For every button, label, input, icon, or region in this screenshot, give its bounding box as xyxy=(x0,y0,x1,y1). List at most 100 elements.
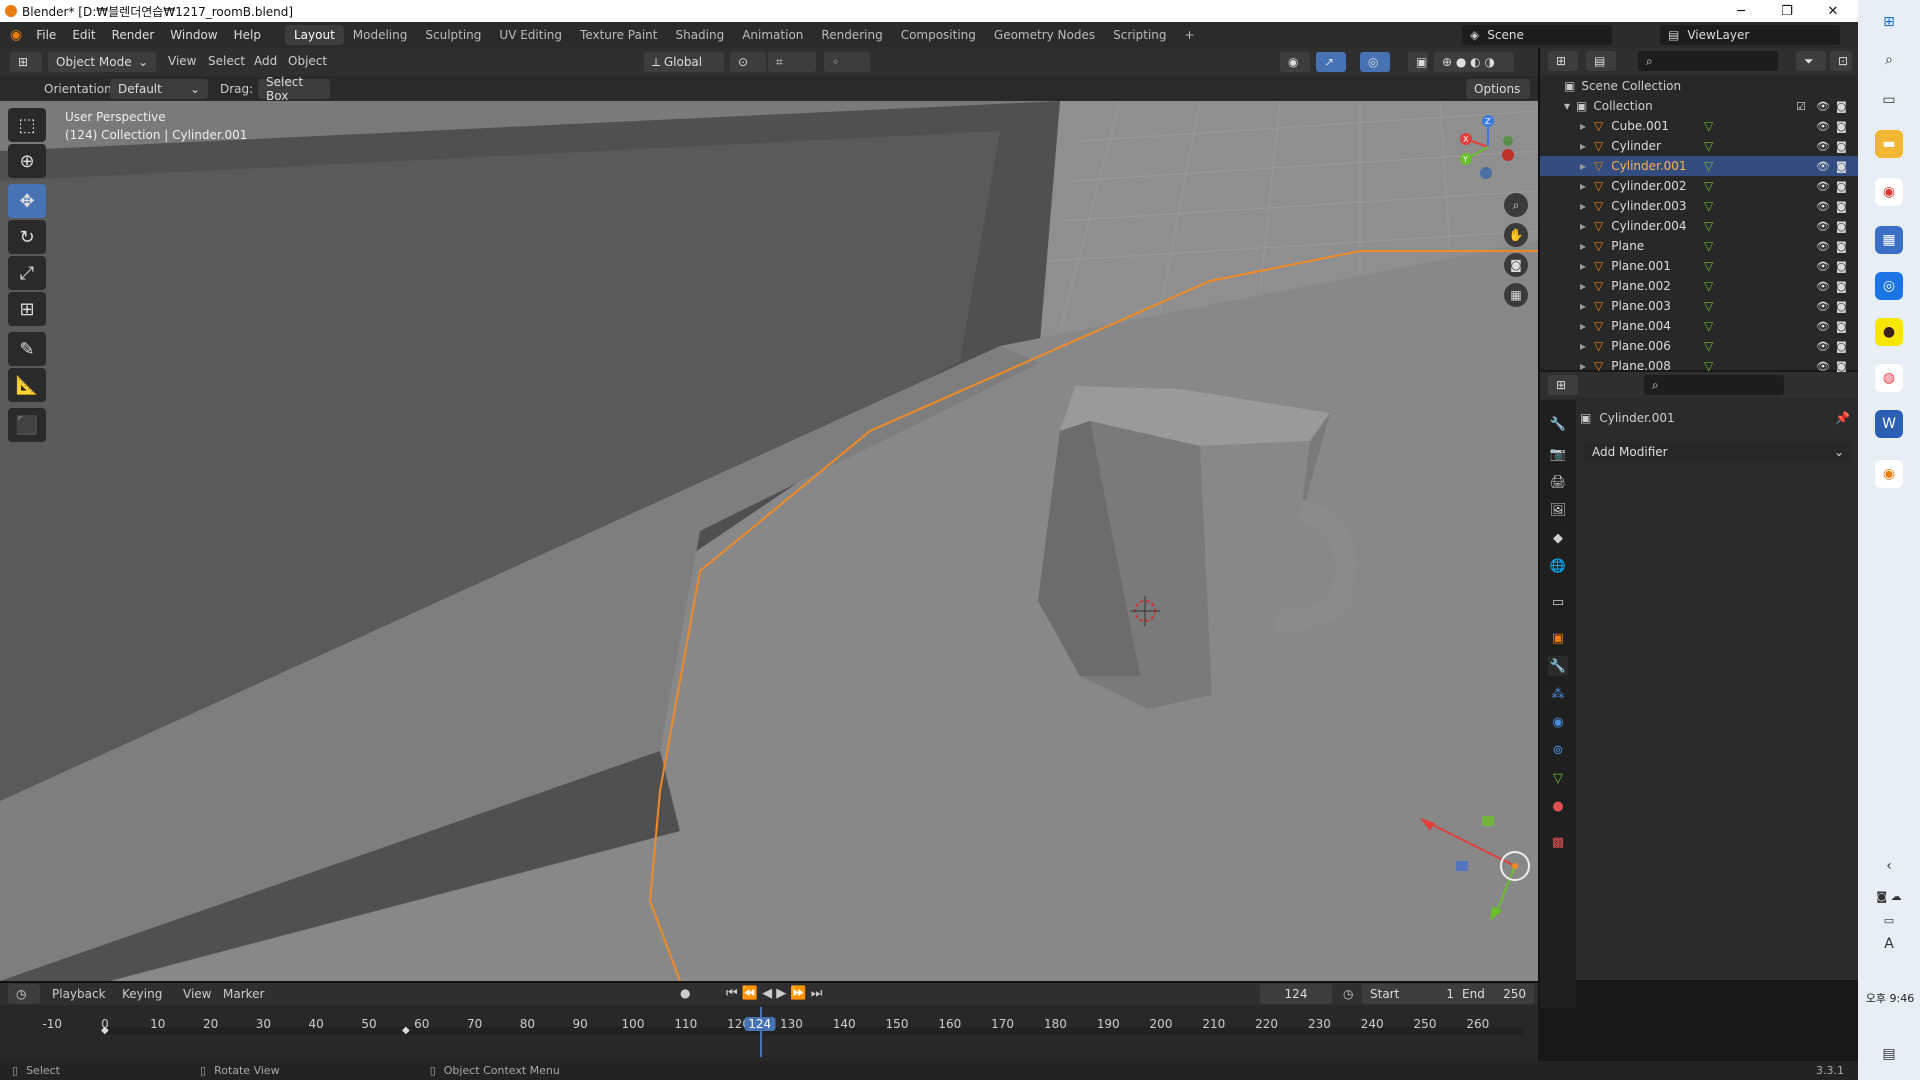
outliner-item[interactable]: ▸ ▽ Cylinder.002 ▽ 👁 ◙ xyxy=(1540,176,1858,196)
pan-hand-icon[interactable]: ✋ xyxy=(1504,223,1528,247)
chevron-right-icon[interactable]: ▸ xyxy=(1580,359,1586,373)
eye-icon[interactable]: 👁 xyxy=(1816,180,1830,193)
cursor-icon[interactable]: ⊕ xyxy=(8,144,46,178)
close-button[interactable]: ✕ xyxy=(1810,0,1856,22)
world-tab-icon[interactable]: 🌐 xyxy=(1548,556,1568,576)
camera-icon[interactable]: ◙ xyxy=(1836,180,1847,193)
outliner-item[interactable]: ▸ ▽ Cylinder.001 ▽ 👁 ◙ xyxy=(1540,156,1858,176)
data-tab-icon[interactable]: ▽ xyxy=(1548,768,1568,788)
editor-type-icon[interactable]: ⊞ xyxy=(10,52,42,72)
scene-selector[interactable]: ◈ Scene xyxy=(1462,25,1612,45)
eye-icon[interactable]: 👁 xyxy=(1816,360,1830,373)
menu-view[interactable]: View xyxy=(183,987,211,1001)
outliner-item[interactable]: ▸ ▽ Cylinder ▽ 👁 ◙ xyxy=(1540,136,1858,156)
outliner-item[interactable]: ▸ ▽ Plane.001 ▽ 👁 ◙ xyxy=(1540,256,1858,276)
minimize-button[interactable]: ─ xyxy=(1718,0,1764,22)
camera-icon[interactable]: ◙ xyxy=(1836,320,1847,333)
pivot-icon[interactable]: ⊙ xyxy=(730,52,766,72)
eye-icon[interactable]: 👁 xyxy=(1816,220,1830,233)
tab-modeling[interactable]: Modeling xyxy=(344,25,417,45)
chevron-right-icon[interactable]: ▸ xyxy=(1580,159,1586,173)
camera-icon[interactable]: ◙ xyxy=(1836,200,1847,213)
tab-uv-editing[interactable]: UV Editing xyxy=(490,25,571,45)
select-box-icon[interactable]: ⬚ xyxy=(8,108,46,142)
menu-help[interactable]: Help xyxy=(226,28,269,42)
outliner-item[interactable]: ▸ ▽ Plane.003 ▽ 👁 ◙ xyxy=(1540,296,1858,316)
tab-texture-paint[interactable]: Texture Paint xyxy=(571,25,666,45)
measure-icon[interactable]: 📐 xyxy=(8,368,46,402)
clock-icon[interactable]: ◷ xyxy=(1343,987,1353,1001)
tab-shading[interactable]: Shading xyxy=(666,25,733,45)
scene-tab-icon[interactable]: ◆ xyxy=(1548,528,1568,548)
texture-tab-icon[interactable]: ▩ xyxy=(1548,832,1568,852)
outliner-collection-row[interactable]: ▾ ▣ Collection ☑ 👁 ◙ xyxy=(1540,96,1858,116)
outliner-item[interactable]: ▸ ▽ Plane.004 ▽ 👁 ◙ xyxy=(1540,316,1858,336)
current-frame-field[interactable]: 124 xyxy=(1260,984,1332,1004)
outliner-item[interactable]: ▸ ▽ Plane ▽ 👁 ◙ xyxy=(1540,236,1858,256)
eye-icon[interactable]: 👁 xyxy=(1816,240,1830,253)
outliner-item[interactable]: ▸ ▽ Cube.001 ▽ 👁 ◙ xyxy=(1540,116,1858,136)
ime-lang-indicator[interactable]: A xyxy=(1875,930,1903,958)
menu-file[interactable]: File xyxy=(28,28,64,42)
chevron-right-icon[interactable]: ▸ xyxy=(1580,119,1586,133)
output-tab-icon[interactable]: 🖨 xyxy=(1548,472,1568,492)
transform-icon[interactable]: ⊞ xyxy=(8,292,46,326)
tool-tab-icon[interactable]: 🔧 xyxy=(1548,414,1568,434)
keyframe-marker[interactable]: ◆ xyxy=(402,1025,410,1036)
menu-render[interactable]: Render xyxy=(104,28,163,42)
chevron-right-icon[interactable]: ▸ xyxy=(1580,179,1586,193)
outliner-item[interactable]: ▸ ▽ Plane.006 ▽ 👁 ◙ xyxy=(1540,336,1858,356)
viewlayer-selector[interactable]: ▤ ViewLayer xyxy=(1660,25,1840,45)
eye-icon[interactable]: 👁 xyxy=(1816,200,1830,213)
camera-icon[interactable]: ◙ xyxy=(1836,360,1847,373)
add-modifier-dropdown[interactable]: Add Modifier ⌄ xyxy=(1584,442,1852,462)
outliner-search-input[interactable]: ⌕ xyxy=(1638,51,1778,71)
file-explorer-icon[interactable]: ▬ xyxy=(1875,130,1903,158)
taskbar-clock[interactable]: 오후 9:46 xyxy=(1862,990,1918,1006)
view-layer-tab-icon[interactable]: 🖼 xyxy=(1548,500,1568,520)
camera-icon[interactable]: ◙ xyxy=(1836,280,1847,293)
camera-icon[interactable]: ◙ xyxy=(1836,260,1847,273)
pin-icon[interactable]: 📌 xyxy=(1835,411,1850,425)
blender-taskbar-icon[interactable]: ◉ xyxy=(1875,460,1903,488)
windows-start-icon[interactable]: ⊞ xyxy=(1875,8,1903,36)
object-tab-icon[interactable]: ▣ xyxy=(1548,628,1568,648)
outliner-item[interactable]: ▸ ▽ Plane.002 ▽ 👁 ◙ xyxy=(1540,276,1858,296)
camera-icon[interactable]: ◙ xyxy=(1836,120,1847,133)
menu-object[interactable]: Object xyxy=(288,54,327,68)
properties-search-input[interactable]: ⌕ xyxy=(1644,375,1784,395)
camera-icon[interactable]: ◙ xyxy=(1836,100,1847,113)
tab-compositing[interactable]: Compositing xyxy=(892,25,985,45)
chevron-left-icon[interactable]: ‹ xyxy=(1875,852,1903,880)
task-view-icon[interactable]: ▭ xyxy=(1875,86,1903,114)
eye-icon[interactable]: 👁 xyxy=(1816,280,1830,293)
scale-icon[interactable]: ⤢ xyxy=(8,256,46,290)
tab-scripting[interactable]: Scripting xyxy=(1104,25,1175,45)
chevron-right-icon[interactable]: ▸ xyxy=(1580,219,1586,233)
tab-animation[interactable]: Animation xyxy=(733,25,812,45)
gizmo-toggle-icon[interactable]: ↗ xyxy=(1316,52,1346,72)
chevron-right-icon[interactable]: ▸ xyxy=(1580,319,1586,333)
material-tab-icon[interactable]: ● xyxy=(1548,796,1568,816)
blender-menu-icon[interactable]: ◉ xyxy=(10,27,22,43)
end-frame-field[interactable]: End 250 xyxy=(1454,984,1534,1004)
filter-icon[interactable]: ⏷ xyxy=(1796,51,1826,71)
chevron-right-icon[interactable]: ▸ xyxy=(1580,199,1586,213)
display-mode-icon[interactable]: ▤ xyxy=(1586,51,1616,71)
tab-sculpting[interactable]: Sculpting xyxy=(416,25,490,45)
tab-layout[interactable]: Layout xyxy=(284,25,344,45)
zoom-icon[interactable]: ⌕ xyxy=(1504,193,1528,217)
ortho-grid-icon[interactable]: ▦ xyxy=(1504,283,1528,307)
tab-rendering[interactable]: Rendering xyxy=(812,25,891,45)
render-tab-icon[interactable]: 📷 xyxy=(1548,444,1568,464)
add-cube-icon[interactable]: ⬛ xyxy=(8,408,46,442)
word-icon[interactable]: W xyxy=(1875,410,1903,438)
camera-icon[interactable]: ◙ xyxy=(1836,240,1847,253)
playback-controls[interactable]: ⏮ ⏪ ◀ ▶ ⏩ ⏭ xyxy=(726,986,822,1001)
visibility-icon[interactable]: ◉ xyxy=(1280,52,1310,72)
menu-keying[interactable]: Keying xyxy=(122,987,162,1001)
outliner-scene-collection[interactable]: ▣ Scene Collection xyxy=(1540,76,1858,96)
menu-marker[interactable]: Marker xyxy=(223,987,264,1001)
modifier-tab-icon[interactable]: 🔧 xyxy=(1548,656,1568,676)
eye-icon[interactable]: 👁 xyxy=(1816,120,1830,133)
